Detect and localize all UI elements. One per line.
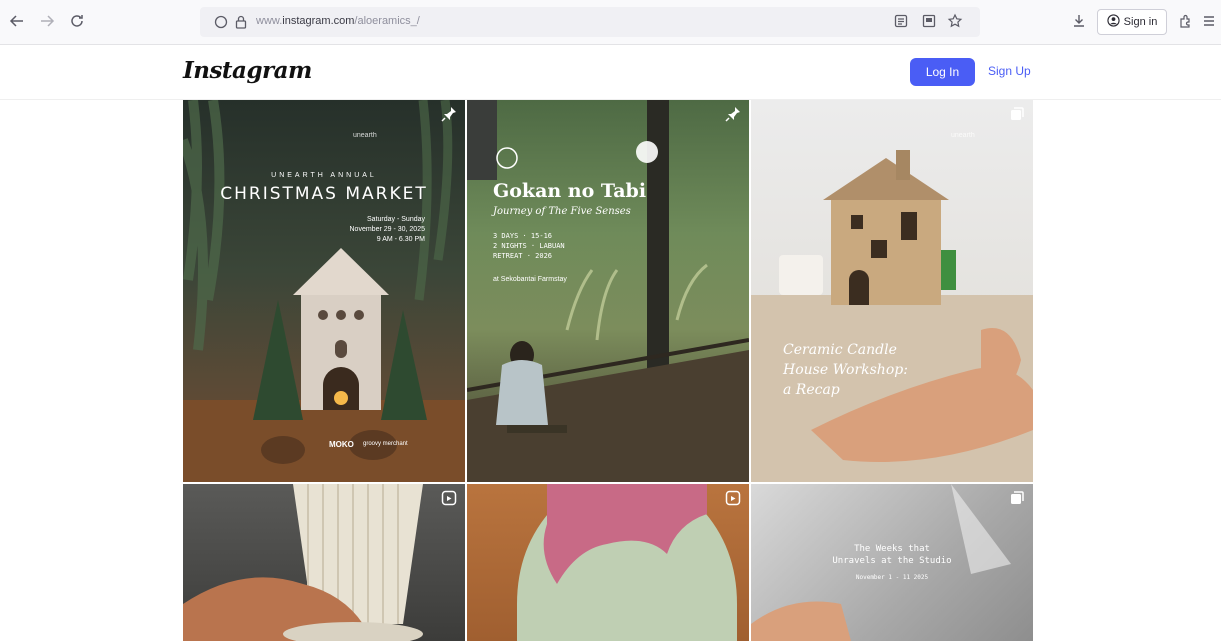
post-line-3: RETREAT · 2026 xyxy=(493,252,553,260)
instagram-logo[interactable]: Instagram xyxy=(183,57,312,84)
post-line-1: 3 DAYS · 15-16 xyxy=(493,232,553,240)
post-christmas-market[interactable]: unearth UNEARTH ANNUAL CHRISTMAS MARKET … xyxy=(183,100,465,482)
login-button[interactable]: Log In xyxy=(910,58,975,86)
post-title: CHRISTMAS MARKET xyxy=(220,184,428,204)
instagram-header: Instagram Log In Sign Up xyxy=(0,45,1221,100)
post-reel-cup[interactable] xyxy=(183,484,465,641)
browser-toolbar: www.instagram.com/aloeramics_/ Sign in xyxy=(0,0,1221,45)
extensions-icon[interactable] xyxy=(1174,10,1196,32)
reel-icon xyxy=(725,490,741,506)
post-image xyxy=(517,484,737,641)
post-subtitle: Journey of The Five Senses xyxy=(493,206,631,217)
post-subtitle: UNEARTH ANNUAL xyxy=(271,172,377,179)
post-caption-line-3: a Recap xyxy=(783,382,840,398)
shield-icon[interactable] xyxy=(212,13,230,31)
post-venue: at Sekobantai Farmstay xyxy=(493,276,567,283)
sign-in-button[interactable]: Sign in xyxy=(1097,9,1167,35)
post-image xyxy=(183,484,423,641)
post-studio-weeks[interactable]: The Weeks that Unravels at the Studio No… xyxy=(751,484,1033,641)
post-line-1: The Weeks that xyxy=(854,544,930,554)
sponsor-logo: MOKO xyxy=(329,440,354,449)
reader-icon[interactable] xyxy=(890,10,912,32)
sponsor-logo-2: groovy merchant xyxy=(363,441,408,447)
post-image xyxy=(751,150,1033,482)
pin-icon xyxy=(725,107,740,122)
post-image xyxy=(183,100,465,482)
post-brand: unearth xyxy=(951,132,975,139)
post-gokan-no-tabi[interactable]: Gokan no Tabi Journey of The Five Senses… xyxy=(467,100,749,482)
post-line-2: 2 NIGHTS · LABUAN xyxy=(493,242,565,250)
carousel-icon xyxy=(1011,107,1024,120)
post-caption-line-2: House Workshop: xyxy=(783,362,908,378)
reel-icon xyxy=(441,490,457,506)
lock-icon[interactable] xyxy=(232,13,250,31)
star-icon[interactable] xyxy=(944,10,966,32)
post-brand: unearth xyxy=(353,132,377,139)
post-grid: unearth UNEARTH ANNUAL CHRISTMAS MARKET … xyxy=(183,100,1035,641)
url-text: www.instagram.com/aloeramics_/ xyxy=(256,15,420,27)
menu-icon[interactable] xyxy=(1198,10,1220,32)
carousel-icon xyxy=(1011,491,1024,504)
download-icon[interactable] xyxy=(1068,10,1090,32)
url-bar[interactable]: www.instagram.com/aloeramics_/ xyxy=(200,7,980,37)
pin-icon xyxy=(441,107,456,122)
sign-in-label: Sign in xyxy=(1123,16,1158,28)
post-title: Gokan no Tabi xyxy=(493,180,647,202)
back-icon[interactable] xyxy=(6,10,28,32)
post-days: Saturday - Sunday xyxy=(367,216,425,223)
post-reel-vase[interactable] xyxy=(467,484,749,641)
signup-link[interactable]: Sign Up xyxy=(988,64,1031,78)
account-icon xyxy=(1107,14,1120,30)
post-line-2: Unravels at the Studio xyxy=(832,556,952,566)
screenshot-icon[interactable] xyxy=(918,10,940,32)
post-ceramic-workshop[interactable]: unearth Ceramic Candle House Workshop: a… xyxy=(751,100,1033,482)
post-line-3: November 1 - 11 2025 xyxy=(855,574,929,581)
post-image xyxy=(467,100,749,482)
post-time: 9 AM - 6.30 PM xyxy=(376,236,425,243)
post-caption-line-1: Ceramic Candle xyxy=(783,342,897,358)
post-dates: November 29 - 30, 2025 xyxy=(349,226,426,233)
reload-icon[interactable] xyxy=(66,10,88,32)
forward-icon[interactable] xyxy=(36,10,58,32)
